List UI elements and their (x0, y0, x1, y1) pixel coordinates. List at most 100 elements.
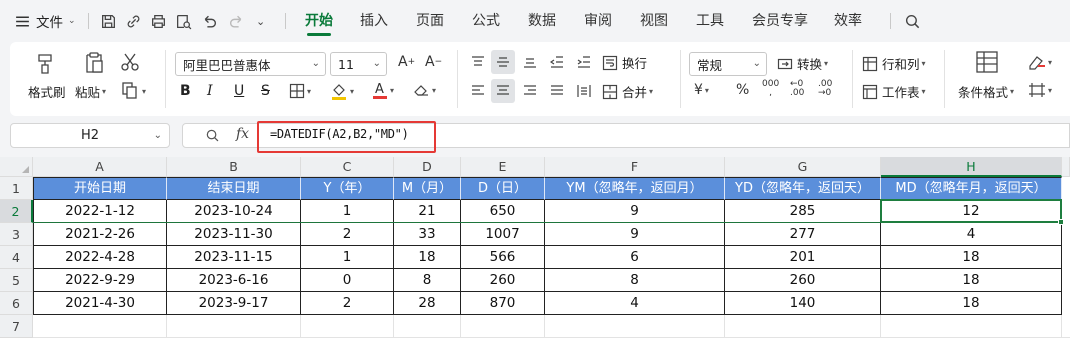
cell-g2[interactable]: 285 (725, 200, 881, 223)
column-header-h[interactable]: H (881, 157, 1062, 177)
format-painter-label[interactable]: 格式刷 (28, 82, 66, 101)
currency-icon[interactable]: ¥ ▾ (694, 82, 709, 98)
font-size-select[interactable]: 11 ⌄ (330, 52, 387, 76)
cell-a6[interactable]: 2021-4-30 (33, 292, 167, 315)
tab-insert[interactable]: 插入 (360, 0, 388, 42)
tab-review[interactable]: 审阅 (584, 0, 612, 42)
number-format-select[interactable]: 常规 ⌄ (689, 52, 767, 76)
cell-b5[interactable]: 2023-6-16 (167, 269, 301, 292)
freeze-icon[interactable]: ▾ (1028, 82, 1052, 98)
zoom-formula-icon[interactable] (205, 128, 220, 147)
cell-c5[interactable]: 0 (301, 269, 394, 292)
distribute-icon[interactable] (572, 79, 596, 103)
column-header-f[interactable]: F (545, 157, 725, 177)
fill-color-icon[interactable]: ▾ (330, 82, 354, 100)
column-header-g[interactable]: G (725, 157, 881, 177)
cell-f6[interactable]: 4 (545, 292, 725, 315)
header-cell-e[interactable]: D（日） (461, 177, 545, 200)
search-icon[interactable] (902, 0, 922, 42)
copy-icon[interactable]: ▾ (120, 82, 146, 100)
header-cell-g[interactable]: YD（忽略年，返回天） (725, 177, 881, 200)
cell-d6[interactable]: 28 (394, 292, 461, 315)
cell-d2[interactable]: 21 (394, 200, 461, 223)
cell-e6[interactable]: 870 (461, 292, 545, 315)
tab-home[interactable]: 开始 (305, 0, 333, 42)
cell-h3[interactable]: 4 (881, 223, 1062, 246)
cut-icon[interactable] (120, 52, 140, 72)
tab-page[interactable]: 页面 (416, 0, 444, 42)
strikethrough-icon[interactable]: S (261, 83, 270, 99)
cell-b6[interactable]: 2023-9-17 (167, 292, 301, 315)
cell-g3[interactable]: 277 (725, 223, 881, 246)
row-header-4[interactable]: 4 (0, 246, 33, 269)
tab-efficiency[interactable]: 效率 (834, 0, 862, 42)
cell-e3[interactable]: 1007 (461, 223, 545, 246)
fill-handle[interactable] (1058, 219, 1064, 225)
cell-d4[interactable]: 18 (394, 246, 461, 269)
decrease-indent-icon[interactable] (545, 50, 569, 74)
spreadsheet-grid[interactable]: A B C D E F G H 1 2 3 4 5 6 7 开始日期 结束日期 Y（年） M（月） D（日） YM（忽略… (0, 157, 1070, 341)
paste-label[interactable]: 粘贴 ▾ (75, 82, 106, 101)
format-painter-icon[interactable] (34, 52, 56, 76)
tab-tools[interactable]: 工具 (696, 0, 724, 42)
cell-g6[interactable]: 140 (725, 292, 881, 315)
decrease-font-icon[interactable]: A − (425, 54, 442, 70)
tab-data[interactable]: 数据 (528, 0, 556, 42)
column-header-d[interactable]: D (394, 157, 461, 177)
row-header-7[interactable]: 7 (0, 315, 33, 338)
row-header-6[interactable]: 6 (0, 292, 33, 315)
header-cell-c[interactable]: Y（年） (301, 177, 394, 200)
tab-view[interactable]: 视图 (640, 0, 668, 42)
header-cell-b[interactable]: 结束日期 (167, 177, 301, 200)
cell-f4[interactable]: 6 (545, 246, 725, 269)
select-all-corner[interactable] (0, 157, 33, 177)
column-header-c[interactable]: C (301, 157, 394, 177)
row-header-1[interactable]: 1 (0, 177, 33, 200)
cell-g5[interactable]: 260 (725, 269, 881, 292)
cell-e2[interactable]: 650 (461, 200, 545, 223)
merge-button[interactable]: 合并 ▾ (602, 82, 653, 101)
italic-icon[interactable]: I (207, 83, 213, 99)
header-cell-a[interactable]: 开始日期 (33, 177, 167, 200)
cell-f3[interactable]: 9 (545, 223, 725, 246)
clear-format-icon[interactable]: ▾ (412, 82, 436, 98)
quick-access-more-icon[interactable]: ⌄ (256, 0, 265, 42)
header-cell-d[interactable]: M（月） (394, 177, 461, 200)
print-icon[interactable] (148, 0, 168, 42)
cell-a2[interactable]: 2022-1-12 (33, 200, 167, 223)
cell-a3[interactable]: 2021-2-26 (33, 223, 167, 246)
cell-b2[interactable]: 2023-10-24 (167, 200, 301, 223)
align-right-icon[interactable] (518, 79, 542, 103)
increase-indent-icon[interactable] (572, 50, 596, 74)
cell-g4[interactable]: 201 (725, 246, 881, 269)
row-header-2[interactable]: 2 (0, 200, 33, 223)
font-color-icon[interactable]: A ▾ (372, 81, 394, 100)
cell-style-icon[interactable]: ▾ (1028, 54, 1052, 70)
cell-d5[interactable]: 8 (394, 269, 461, 292)
print-preview-icon[interactable] (173, 0, 193, 42)
active-cell-selection[interactable] (880, 199, 1062, 223)
column-header-e[interactable]: E (461, 157, 545, 177)
increase-font-icon[interactable]: A + (398, 54, 415, 70)
cell-c2[interactable]: 1 (301, 200, 394, 223)
tab-member[interactable]: 会员专享 (752, 0, 808, 42)
cell-c3[interactable]: 2 (301, 223, 394, 246)
tab-formula[interactable]: 公式 (472, 0, 500, 42)
undo-icon[interactable] (199, 0, 219, 42)
cell-h6[interactable]: 18 (881, 292, 1062, 315)
conditional-format-icon[interactable] (975, 50, 999, 74)
cell-b3[interactable]: 2023-11-30 (167, 223, 301, 246)
bold-icon[interactable]: B (180, 83, 191, 99)
borders-icon[interactable]: ▾ (289, 83, 311, 99)
align-top-icon[interactable] (466, 50, 490, 74)
header-cell-h[interactable]: MD（忽略年月，返回天） (881, 177, 1062, 200)
cell-b4[interactable]: 2023-11-15 (167, 246, 301, 269)
thousands-separator-icon[interactable]: 000, (762, 80, 779, 98)
font-name-select[interactable]: 阿里巴巴普惠体 ⌄ (175, 52, 326, 76)
cell-e4[interactable]: 566 (461, 246, 545, 269)
worksheet-button[interactable]: 工作表 ▾ (862, 82, 926, 101)
cell-f2[interactable]: 9 (545, 200, 725, 223)
conditional-format-label[interactable]: 条件格式 ▾ (958, 82, 1014, 101)
redo-icon[interactable] (226, 0, 246, 42)
wrap-text-button[interactable]: 换行 (602, 53, 647, 72)
